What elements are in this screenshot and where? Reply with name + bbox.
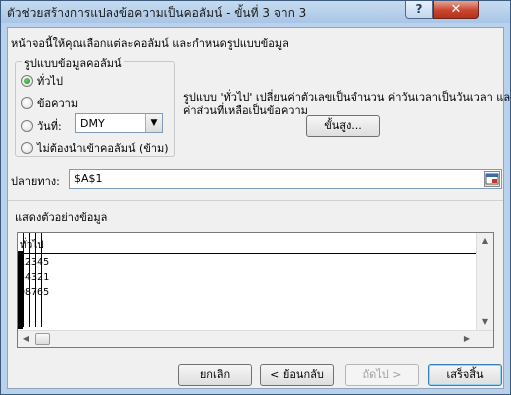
preview-row: 54321 [19,272,50,283]
radio-skip[interactable]: ไม่ต้องนำเข้าคอลัมน์ (ข้าม) [21,139,169,157]
format-description-line2: ค่าส่วนที่เหลือเป็นข้อความ [183,104,308,117]
close-button[interactable]: ✕ [433,1,479,19]
advanced-button[interactable]: ขั้นสูง... [306,115,380,137]
destination-field[interactable] [69,169,502,189]
preview-legend: แสดงตัวอย่างข้อมูล [15,211,108,224]
radio-button-skip[interactable] [21,142,33,154]
preview-header-row: ทั่วไป [18,236,478,254]
preview-row: 98765 [19,287,50,298]
destination-input[interactable] [74,172,474,185]
radio-button-date[interactable] [21,120,33,132]
radio-general-label: ทั่วไป [37,75,63,88]
next-button[interactable]: ถัดไป > [345,364,419,386]
scroll-up-icon[interactable]: ▲ [477,233,493,249]
intro-text: หน้าจอนี้ให้คุณเลือกแต่ละคอลัมน์ และกำหน… [11,37,289,50]
divider [8,200,503,201]
radio-general[interactable]: ทั่วไป [21,72,63,90]
back-button[interactable]: < ย้อนกลับ [260,364,334,386]
date-format-select[interactable]: DMY ▼ [75,113,163,133]
window-title: ตัวช่วยสร้างการแปลงข้อความเป็นคอลัมน์ - … [7,6,307,20]
radio-button-text[interactable] [21,97,33,109]
dialog-body: หน้าจอนี้ให้คุณเลือกแต่ละคอลัมน์ และกำหน… [7,27,511,389]
scroll-right-icon[interactable]: ▶ [459,331,475,347]
radio-button-general[interactable] [21,75,33,87]
horizontal-scrollbar[interactable]: ◀ ▶ [18,330,493,347]
finish-button[interactable]: เสร็จสิ้น [428,364,502,386]
wizard-window: ตัวช่วยสร้างการแปลงข้อความเป็นคอลัมน์ - … [0,0,511,395]
radio-text[interactable]: ข้อความ [21,94,78,112]
range-select-icon [485,173,499,185]
column-format-legend: รูปแบบข้อมูลคอลัมน์ [22,54,124,72]
cancel-button[interactable]: ยกเลิก [178,364,252,386]
collapse-dialog-button[interactable] [484,171,500,187]
scroll-down-icon[interactable]: ▼ [477,314,493,330]
chevron-down-icon[interactable]: ▼ [145,114,162,132]
header-underline [18,253,478,254]
radio-text-label: ข้อความ [37,97,79,110]
scroll-thumb[interactable] [35,333,50,345]
radio-skip-label: ไม่ต้องนำเข้าคอลัมน์ (ข้าม) [37,142,169,155]
radio-date[interactable]: วันที่: [21,117,62,135]
help-button[interactable]: ? [405,1,433,19]
vertical-scrollbar[interactable]: ▲ ▼ [476,233,493,330]
preview-row: 12345 [19,257,50,268]
data-preview[interactable]: ทั่วไป 12345 54321 98765 ▲ ▼ ◀ ▶ [17,232,494,348]
radio-date-label: วันที่: [37,120,62,133]
title-bar[interactable]: ตัวช่วยสร้างการแปลงข้อความเป็นคอลัมน์ - … [1,1,510,23]
date-format-value: DMY [80,117,105,130]
scroll-left-icon[interactable]: ◀ [18,331,34,347]
destination-label: ปลายทาง: [11,175,60,188]
